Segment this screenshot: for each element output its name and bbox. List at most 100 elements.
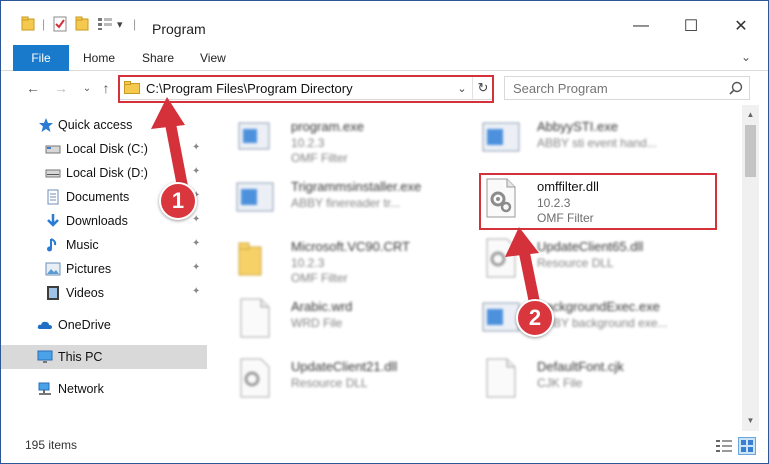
file-item[interactable]: DefaultFont.cjk CJK File [481,351,731,407]
properties-icon[interactable] [53,13,67,35]
pin-icon[interactable]: ✦ [192,286,200,297]
search-box[interactable] [504,76,750,100]
sidebar-item-label: Quick access [58,118,133,132]
sidebar-item-this-pc[interactable]: This PC [1,345,207,369]
downloads-icon [47,214,59,227]
file-list: program.exe 10.2.3 OMF Filter AbbyySTI.e… [209,105,742,431]
file-description: ABBY finereader tr... [291,196,401,210]
pin-icon[interactable]: ✦ [192,238,200,249]
tab-view[interactable]: View [200,45,226,71]
file-description: CJK File [537,376,583,390]
sidebar-item-label: Videos [66,286,104,300]
details-view-icon[interactable] [716,439,732,453]
recent-locations-button[interactable]: ⌄ [77,78,97,98]
file-version: 10.2.3 [291,136,325,150]
file-description: OMF Filter [291,151,348,165]
search-icon[interactable] [729,81,743,95]
folder-icon [238,242,262,276]
file-item[interactable]: UpdateClient21.dll Resource DLL [235,351,485,407]
file-name: UpdateClient65.dll [537,239,644,254]
close-button[interactable]: ✕ [718,11,764,41]
search-input[interactable] [513,81,713,96]
blank-file-icon [486,358,516,398]
window-title: Program [152,21,206,37]
ribbon-tabs: File Home Share View ⌄ [1,45,768,71]
sidebar-item-pictures[interactable]: Pictures ✦ [1,257,207,281]
new-folder-icon[interactable] [75,13,89,35]
item-count: 195 items [25,438,78,452]
file-item[interactable]: Trigrammsinstaller.exe ABBY finereader t… [235,171,485,227]
sidebar-item-label: Downloads [66,214,128,228]
tab-home[interactable]: Home [83,45,115,71]
file-description: OMF Filter [291,271,348,285]
dll-gear-icon [240,358,270,398]
file-item[interactable]: program.exe 10.2.3 OMF Filter [235,111,485,167]
blank-file-icon [240,298,270,338]
status-bar: 195 items [1,431,768,463]
title-bar: | ▾ | Program — ☐ ✕ [1,1,768,45]
customize-icon[interactable] [97,13,113,35]
file-name: Microsoft.VC90.CRT [291,239,410,254]
this-pc-icon [37,350,53,363]
pin-icon[interactable]: ✦ [192,262,200,273]
qat-dropdown-icon[interactable]: ▾ [117,13,123,35]
sidebar-item-onedrive[interactable]: OneDrive [1,313,207,337]
file-name: program.exe [291,119,364,134]
tab-file[interactable]: File [13,45,69,71]
sidebar-item-label: OneDrive [58,318,111,332]
file-item[interactable]: UpdateClient65.dll Resource DLL [481,231,731,287]
tab-share[interactable]: Share [142,45,174,71]
up-button[interactable]: ↑ [96,78,116,98]
navigation-pane: Quick access Local Disk (C:) ✦ Local Dis… [1,105,207,431]
sidebar-item-label: This PC [58,350,103,364]
file-description: ABBY background exe... [537,316,668,330]
file-name: Arabic.wrd [291,299,353,314]
maximize-button[interactable]: ☐ [668,11,714,41]
back-button[interactable]: ← [23,78,43,98]
sidebar-item-label: Local Disk (C:) [66,142,148,156]
file-highlight [479,173,717,230]
videos-icon [47,286,59,300]
address-highlight [118,75,494,103]
large-icons-view-icon[interactable] [738,437,756,455]
sidebar-item-quick-access[interactable]: Quick access [1,113,207,137]
explorer-window: | ▾ | Program — ☐ ✕ File Home Share View… [0,0,769,464]
file-name: Trigrammsinstaller.exe [291,179,422,194]
drive-icon [45,169,61,178]
minimize-button[interactable]: — [618,11,664,41]
sidebar-item-videos[interactable]: Videos ✦ [1,281,207,305]
pin-icon[interactable]: ✦ [192,142,200,153]
separator: | [133,17,137,31]
file-item[interactable]: Arabic.wrd WRD File [235,291,485,347]
sidebar-item-network[interactable]: Network [1,377,207,401]
dll-gear-icon [486,238,516,278]
exe-icon [238,122,270,150]
sidebar-item-music[interactable]: Music ✦ [1,233,207,257]
sidebar-item-label: Music [66,238,99,252]
file-description: ABBY sti event hand... [537,136,657,150]
separator: | [42,17,46,31]
folder-icon[interactable] [21,13,35,35]
forward-button[interactable]: → [51,78,71,98]
network-icon [38,382,51,395]
scroll-down-icon[interactable]: ▼ [742,413,759,427]
sidebar-item-label: Documents [66,190,130,204]
file-description: WRD File [291,316,343,330]
sidebar-item-local-disk-c[interactable]: Local Disk (C:) ✦ [1,137,207,161]
vertical-scrollbar[interactable]: ▲ ▼ [742,105,759,431]
pictures-icon [45,262,61,276]
file-name: BackgroundExec.exe [537,299,660,314]
pin-icon[interactable]: ✦ [192,214,200,225]
pin-icon[interactable]: ✦ [192,166,200,177]
file-item[interactable]: Microsoft.VC90.CRT 10.2.3 OMF Filter [235,231,485,287]
scroll-thumb[interactable] [745,125,756,177]
exe-icon [482,122,520,152]
scroll-up-icon[interactable]: ▲ [742,107,759,121]
music-icon [47,238,57,252]
drive-icon [45,145,61,154]
sidebar-item-label: Local Disk (D:) [66,166,148,180]
onedrive-icon [37,321,52,329]
ribbon-expand-icon[interactable]: ⌄ [741,50,757,66]
step-1-badge: 1 [159,182,197,220]
file-item[interactable]: AbbyySTI.exe ABBY sti event hand... [481,111,731,167]
